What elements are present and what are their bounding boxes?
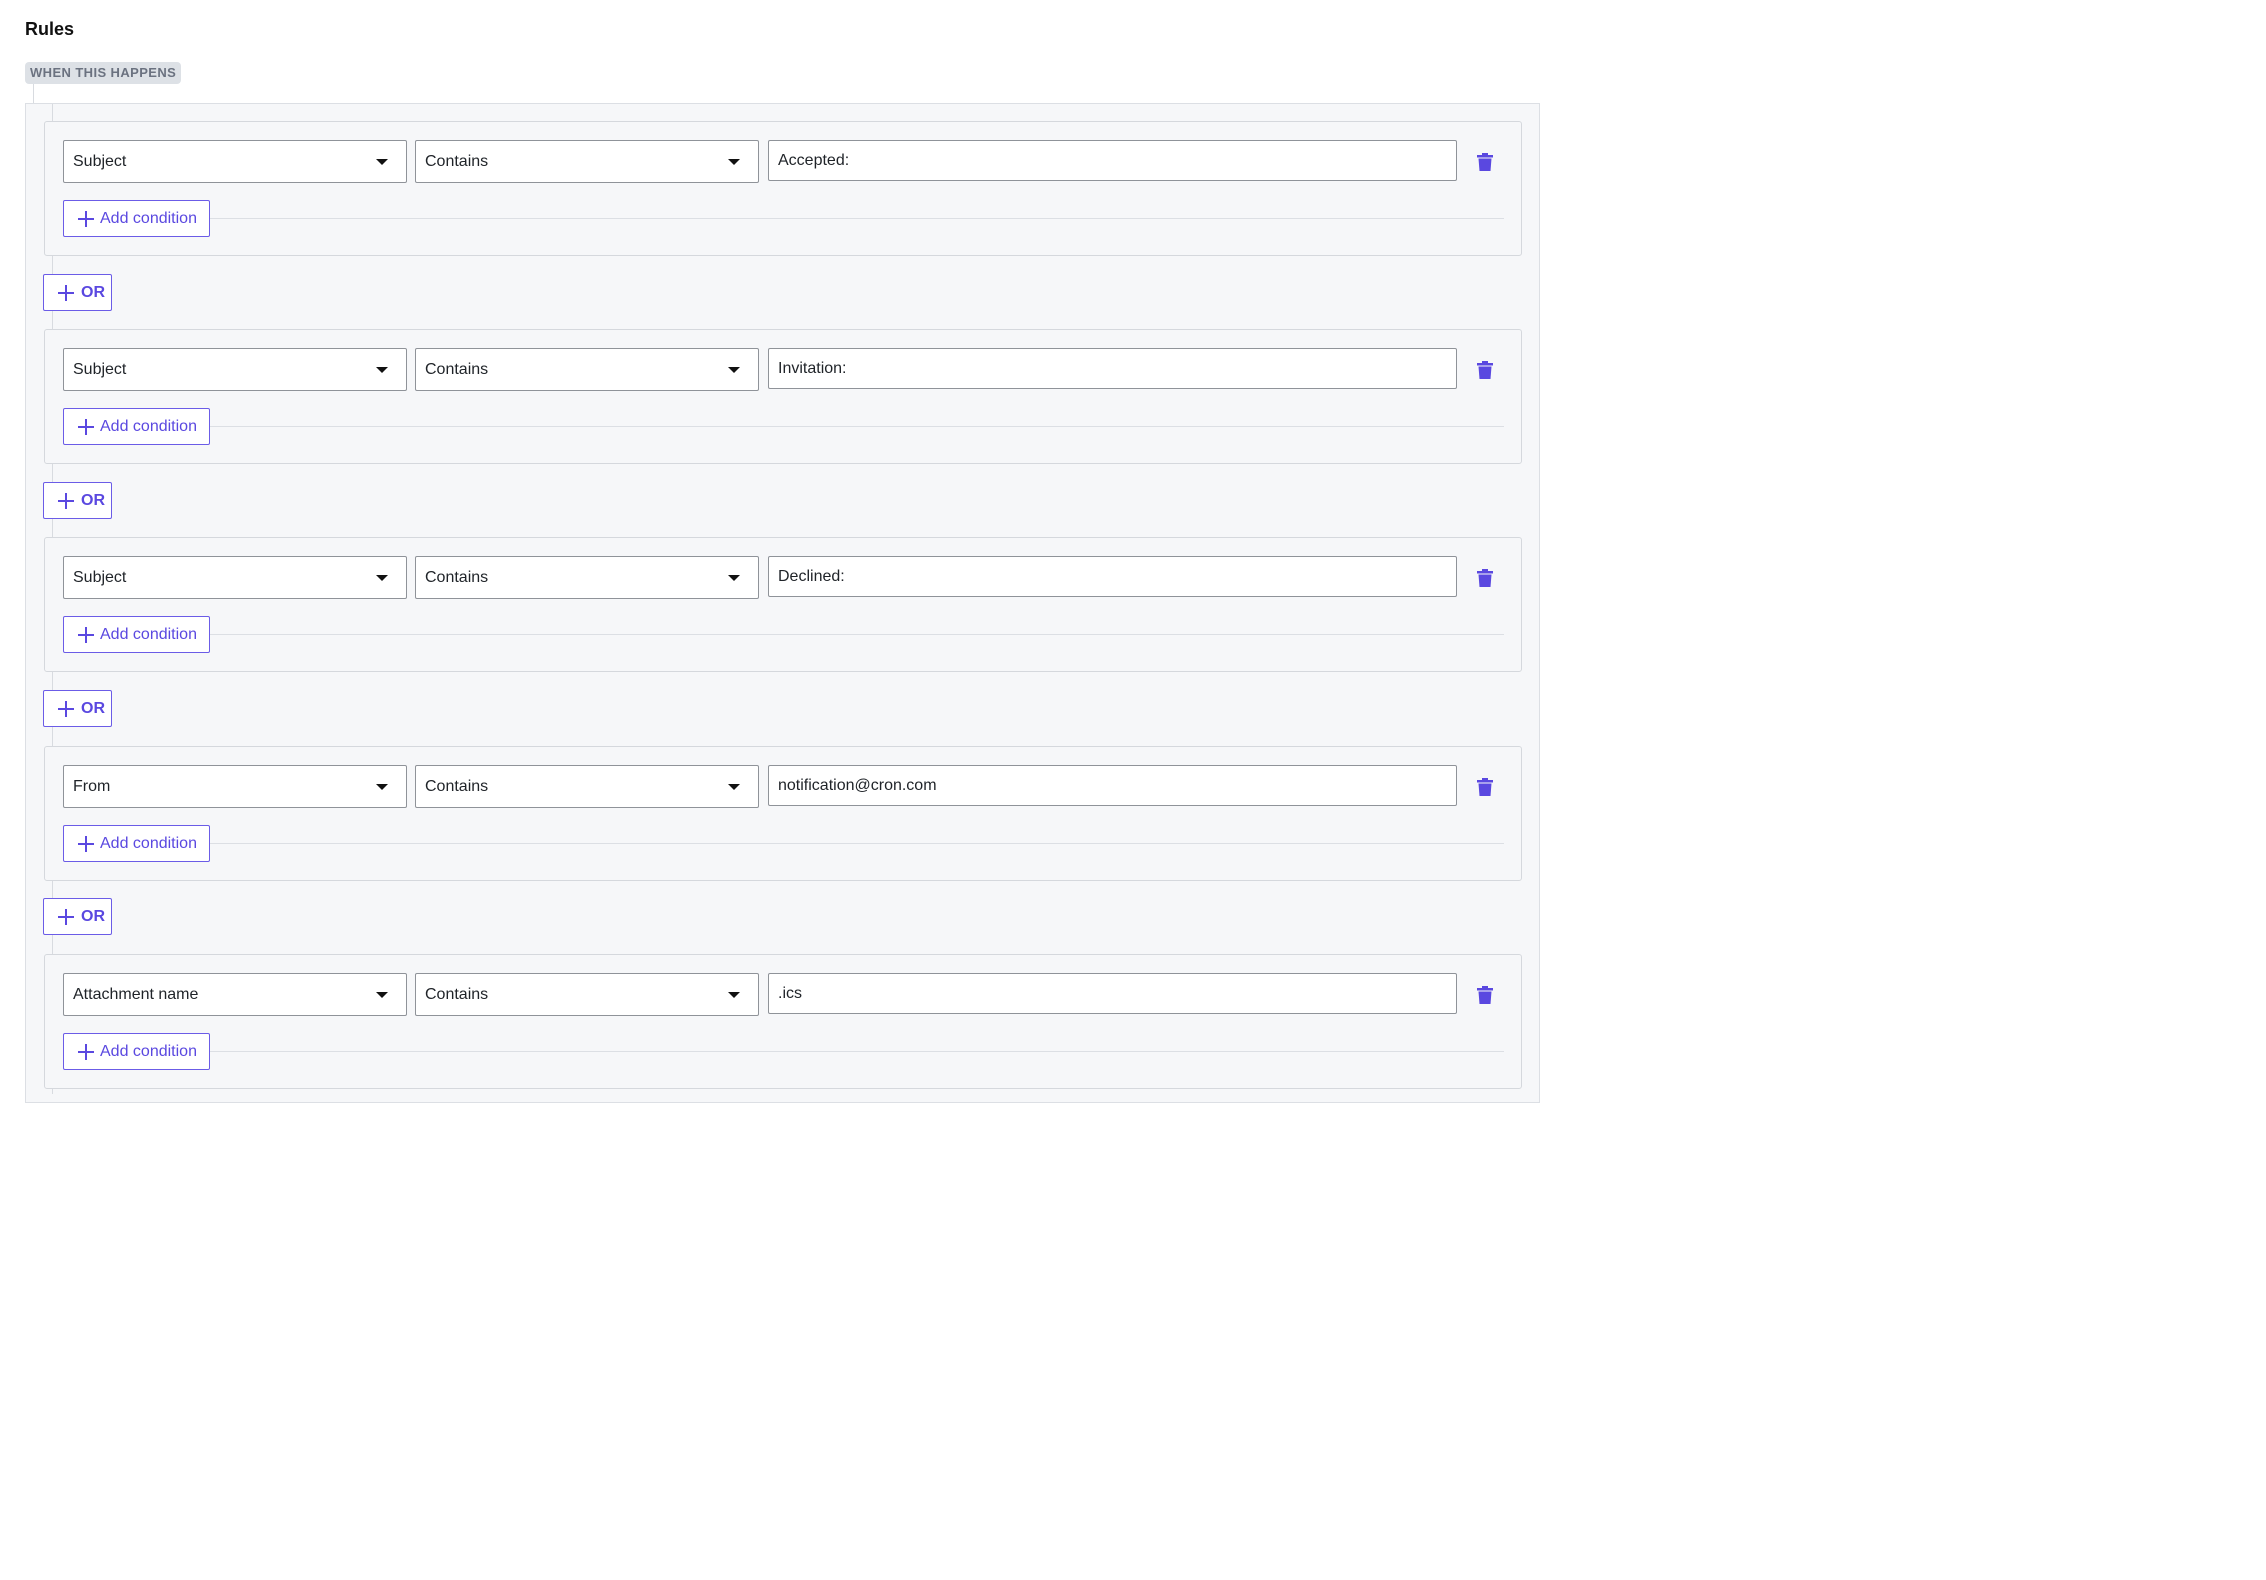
operator-select-value: Contains [425, 778, 489, 795]
or-label: OR [81, 284, 105, 301]
condition-group: Attachment name Contains Add condition [44, 954, 1522, 1089]
add-or-button[interactable]: OR [43, 898, 112, 935]
field-select-value: Attachment name [73, 986, 199, 1003]
field-select[interactable]: Attachment name [63, 973, 407, 1016]
rules-page: Rules WHEN THIS HAPPENS Subject Contains… [0, 0, 1566, 1103]
value-input[interactable] [768, 140, 1457, 181]
value-input[interactable] [768, 765, 1457, 806]
condition-group: Subject Contains Add condition [44, 537, 1522, 672]
divider [210, 634, 1504, 635]
trash-icon[interactable] [1477, 361, 1493, 379]
add-condition-label: Add condition [100, 210, 197, 227]
plus-icon [58, 909, 74, 925]
field-select[interactable]: Subject [63, 348, 407, 391]
chevron-down-icon [728, 367, 740, 373]
add-condition-button[interactable]: Add condition [63, 1033, 210, 1070]
or-label: OR [81, 492, 105, 509]
operator-select-value: Contains [425, 153, 489, 170]
condition-group: From Contains Add condition [44, 746, 1522, 881]
field-select-value: Subject [73, 153, 127, 170]
plus-icon [78, 836, 94, 852]
plus-icon [78, 627, 94, 643]
divider [210, 426, 1504, 427]
chevron-down-icon [376, 992, 388, 998]
value-input[interactable] [768, 973, 1457, 1014]
add-condition-button[interactable]: Add condition [63, 200, 210, 237]
field-select[interactable]: From [63, 765, 407, 808]
operator-select-value: Contains [425, 986, 489, 1003]
add-condition-button[interactable]: Add condition [63, 408, 210, 445]
add-or-button[interactable]: OR [43, 274, 112, 311]
or-label: OR [81, 700, 105, 717]
chevron-down-icon [728, 784, 740, 790]
trash-icon[interactable] [1477, 778, 1493, 796]
plus-icon [78, 419, 94, 435]
page-title: Rules [25, 19, 75, 39]
field-select[interactable]: Subject [63, 556, 407, 599]
field-select-value: Subject [73, 569, 127, 586]
chevron-down-icon [728, 992, 740, 998]
chevron-down-icon [728, 575, 740, 581]
chevron-down-icon [376, 159, 388, 165]
trash-icon[interactable] [1477, 153, 1493, 171]
divider [210, 1051, 1504, 1052]
operator-select[interactable]: Contains [415, 556, 759, 599]
field-select[interactable]: Subject [63, 140, 407, 183]
chevron-down-icon [376, 784, 388, 790]
chevron-down-icon [728, 159, 740, 165]
plus-icon [78, 211, 94, 227]
condition-group: Subject Contains Add condition [44, 329, 1522, 464]
trash-icon[interactable] [1477, 569, 1493, 587]
add-condition-button[interactable]: Add condition [63, 825, 210, 862]
divider [210, 843, 1504, 844]
connector-line [33, 84, 34, 104]
plus-icon [58, 493, 74, 509]
value-input[interactable] [768, 556, 1457, 597]
operator-select[interactable]: Contains [415, 140, 759, 183]
operator-select[interactable]: Contains [415, 973, 759, 1016]
trash-icon[interactable] [1477, 986, 1493, 1004]
chevron-down-icon [376, 367, 388, 373]
divider [210, 218, 1504, 219]
plus-icon [58, 285, 74, 301]
add-condition-label: Add condition [100, 418, 197, 435]
chevron-down-icon [376, 575, 388, 581]
add-condition-label: Add condition [100, 1043, 197, 1060]
value-input[interactable] [768, 348, 1457, 389]
add-condition-label: Add condition [100, 626, 197, 643]
field-select-value: From [73, 778, 111, 795]
operator-select[interactable]: Contains [415, 348, 759, 391]
plus-icon [58, 701, 74, 717]
add-or-button[interactable]: OR [43, 690, 112, 727]
section-badge: WHEN THIS HAPPENS [25, 62, 182, 84]
operator-select-value: Contains [425, 361, 489, 378]
plus-icon [78, 1044, 94, 1060]
add-or-button[interactable]: OR [43, 482, 112, 519]
add-condition-label: Add condition [100, 835, 197, 852]
field-select-value: Subject [73, 361, 127, 378]
operator-select[interactable]: Contains [415, 765, 759, 808]
condition-group: Subject Contains Add condition [44, 121, 1522, 256]
or-label: OR [81, 908, 105, 925]
add-condition-button[interactable]: Add condition [63, 616, 210, 653]
operator-select-value: Contains [425, 569, 489, 586]
